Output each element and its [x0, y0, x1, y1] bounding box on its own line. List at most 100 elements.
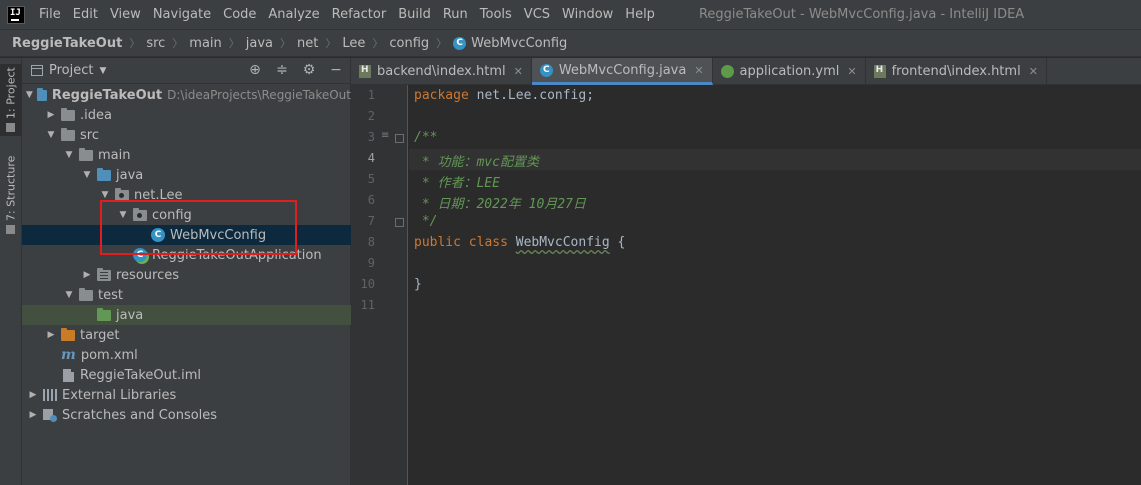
fold-marker-icon[interactable] — [395, 218, 404, 227]
tree-item[interactable]: ▶ Scratches and Consoles — [22, 405, 351, 425]
collapsed-arrow-icon[interactable]: ▶ — [27, 390, 39, 400]
code-line[interactable]: /** — [414, 130, 437, 145]
editor-tab[interactable]: frontend\index.html ✕ — [866, 58, 1047, 85]
expanded-arrow-icon[interactable]: ▼ — [45, 130, 57, 140]
menu-edit[interactable]: Edit — [67, 7, 104, 22]
menu-bar: IJ File Edit View Navigate Code Analyze Refact… — [0, 0, 1141, 29]
code-line[interactable]: * 功能：mvc配置类 — [414, 151, 539, 170]
tree-item-label: External Libraries — [62, 387, 177, 403]
collapsed-arrow-icon[interactable]: ▶ — [45, 330, 57, 340]
tree-item[interactable]: ▶ .idea — [22, 105, 351, 125]
code-line[interactable]: * 作者：LEE — [414, 172, 500, 191]
structure-tool-tab[interactable]: 7: Structure — [0, 152, 22, 238]
code-line[interactable]: } — [414, 277, 422, 292]
expanded-arrow-icon[interactable]: ▼ — [81, 170, 93, 180]
tree-item[interactable]: ▼ test — [22, 285, 351, 305]
fold-marker-icon[interactable] — [395, 134, 404, 143]
tree-item[interactable]: ▶ target — [22, 325, 351, 345]
line-number: 10 — [360, 277, 375, 291]
menu-analyze[interactable]: Analyze — [262, 7, 325, 22]
tree-item-label: java — [116, 307, 144, 323]
collapsed-arrow-icon[interactable]: ▶ — [45, 110, 57, 120]
line-number: 8 — [367, 235, 375, 249]
tree-item[interactable]: ▶ resources — [22, 265, 351, 285]
excluded-folder-icon — [61, 327, 75, 341]
line-number-gutter: 1 2 3 4 5 6 7 8 9 10 11 ≡ — [351, 85, 408, 485]
code-token: package — [414, 88, 477, 103]
collapse-all-icon[interactable]: ≑ — [274, 62, 290, 78]
breadcrumb-item[interactable]: src — [146, 36, 165, 51]
collapsed-arrow-icon[interactable]: ▶ — [81, 270, 93, 280]
menu-help[interactable]: Help — [619, 7, 661, 22]
menu-navigate[interactable]: Navigate — [147, 7, 217, 22]
tree-item[interactable]: ▼ src — [22, 125, 351, 145]
code-token: { — [609, 235, 626, 250]
menu-file[interactable]: File — [33, 7, 67, 22]
code-line[interactable]: * 日期：2022年 10月27日 — [414, 193, 586, 212]
close-icon[interactable]: ✕ — [1029, 65, 1038, 78]
folder-icon — [61, 127, 75, 141]
code-token: * 作者：LEE — [414, 176, 500, 191]
breadcrumb-item[interactable]: C WebMvcConfig — [453, 36, 567, 51]
breadcrumb-separator-icon: 〉 — [325, 37, 337, 50]
breadcrumb-item[interactable]: config — [389, 36, 429, 51]
intellij-logo-icon: IJ — [7, 5, 25, 24]
html-file-icon — [359, 65, 371, 78]
breadcrumb-item[interactable]: net — [297, 36, 318, 51]
breadcrumb-label: config — [389, 35, 430, 51]
locate-target-icon[interactable]: ⊕ — [247, 62, 263, 78]
tree-item[interactable]: ▶ External Libraries — [22, 385, 351, 405]
breadcrumb-item[interactable]: ReggieTakeOut — [12, 36, 122, 51]
code-line[interactable]: package net.Lee.config; — [414, 88, 594, 103]
menu-view[interactable]: View — [104, 7, 147, 22]
tree-item[interactable]: ReggieTakeOut.iml — [22, 365, 351, 385]
structure-tool-label: 7: Structure — [4, 155, 18, 221]
project-tool-tab[interactable]: 1: Project — [0, 64, 22, 136]
tree-item[interactable]: ▼ java — [22, 165, 351, 185]
editor-tab-bar: backend\index.html✕CWebMvcConfig.java✕ap… — [351, 58, 1141, 85]
menu-tools[interactable]: Tools — [474, 7, 518, 22]
menu-build[interactable]: Build — [392, 7, 437, 22]
menu-window[interactable]: Window — [556, 7, 619, 22]
tree-item[interactable]: ▼ ReggieTakeOut D:\ideaProjects\ReggieTake… — [22, 85, 351, 105]
code-line[interactable]: public class WebMvcConfig { — [414, 235, 625, 250]
close-icon[interactable]: ✕ — [514, 65, 523, 78]
code-token: /** — [414, 130, 438, 145]
expanded-arrow-icon[interactable]: ▼ — [63, 290, 75, 300]
tree-item-label: ReggieTakeOut — [51, 87, 163, 103]
editor-tab[interactable]: backend\index.html ✕ — [351, 58, 532, 85]
expanded-arrow-icon[interactable]: ▼ — [99, 190, 111, 200]
expanded-arrow-icon[interactable]: ▼ — [25, 90, 33, 100]
close-icon[interactable]: ✕ — [847, 65, 856, 78]
hide-panel-icon[interactable]: − — [328, 62, 344, 78]
tree-item[interactable]: java — [22, 305, 351, 325]
project-view-icon — [31, 65, 43, 76]
close-icon[interactable]: ✕ — [694, 64, 703, 77]
gear-icon[interactable]: ⚙ — [301, 62, 317, 78]
code-token: * 功能：mvc配置类 — [414, 155, 539, 170]
line-number: 9 — [367, 256, 375, 270]
breadcrumb-item[interactable]: Lee — [342, 36, 365, 51]
menu-code[interactable]: Code — [217, 7, 262, 22]
menu-refactor[interactable]: Refactor — [326, 7, 393, 22]
project-view-selector[interactable]: Project — [49, 63, 93, 78]
chevron-down-icon[interactable]: ▼ — [99, 66, 106, 76]
tab-label: application.yml — [739, 64, 840, 79]
editor-tab[interactable]: application.yml ✕ — [713, 58, 866, 85]
code-editor[interactable]: package net.Lee.config; /** * 功能：mvc配置类 *… — [409, 85, 1141, 485]
expanded-arrow-icon[interactable]: ▼ — [63, 150, 75, 160]
breadcrumb-item[interactable]: java — [246, 36, 273, 51]
tree-item-label: java — [116, 167, 144, 183]
tree-item[interactable]: ▼ main — [22, 145, 351, 165]
tab-label: backend\index.html — [377, 64, 506, 79]
libraries-icon — [43, 389, 57, 401]
collapsed-arrow-icon[interactable]: ▶ — [27, 410, 39, 420]
code-line[interactable]: */ — [414, 214, 438, 229]
tree-item[interactable]: m pom.xml — [22, 345, 351, 365]
breadcrumb-item[interactable]: main — [189, 36, 221, 51]
menu-run[interactable]: Run — [437, 7, 474, 22]
navigation-breadcrumb: ReggieTakeOut 〉 src 〉 main 〉 java 〉 net 〉 Lee 〉 conf… — [0, 29, 1141, 57]
editor-tab[interactable]: C WebMvcConfig.java ✕ — [531, 58, 713, 85]
code-token: } — [414, 277, 422, 292]
menu-vcs[interactable]: VCS — [518, 7, 556, 22]
